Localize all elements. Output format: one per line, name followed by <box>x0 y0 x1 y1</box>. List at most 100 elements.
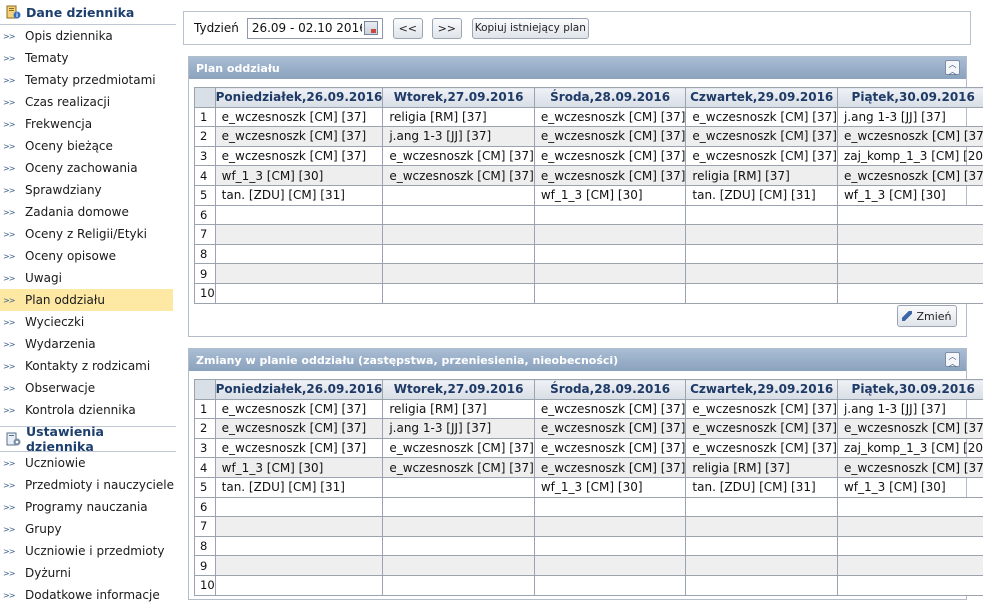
lesson-cell[interactable] <box>533 535 687 557</box>
lesson-cell[interactable]: e_wczesnoszk [CM] [37] <box>214 126 384 147</box>
lesson-cell[interactable] <box>382 555 535 576</box>
sidebar-item-tematy-przedmiotami[interactable]: >> Tematy przedmiotami <box>0 69 176 91</box>
lesson-cell[interactable] <box>533 282 687 304</box>
sidebar-item-oceny-bieżące[interactable]: >> Oceny bieżące <box>0 135 176 157</box>
lesson-cell[interactable] <box>382 496 535 518</box>
lesson-cell[interactable]: e_wczesnoszk [CM] [37] <box>382 457 535 478</box>
lesson-cell[interactable] <box>214 263 384 284</box>
lesson-cell[interactable]: j.ang 1-3 [JJ] [37] <box>382 418 535 439</box>
sidebar-item-oceny-zachowania[interactable]: >> Oceny zachowania <box>0 157 176 179</box>
lesson-cell[interactable]: zaj_komp_1_3 [CM] [20] <box>836 437 983 459</box>
lesson-cell[interactable] <box>533 204 687 226</box>
lesson-cell[interactable]: e_wczesnoszk [CM] [37] <box>533 145 687 167</box>
lesson-cell[interactable] <box>382 574 535 596</box>
collapse-icon[interactable]: ︿ ︿ <box>945 352 960 367</box>
lesson-cell[interactable]: e_wczesnoszk [CM] [37] <box>533 457 687 478</box>
lesson-cell[interactable] <box>214 243 384 265</box>
lesson-cell[interactable] <box>533 574 687 596</box>
lesson-cell[interactable] <box>533 243 687 265</box>
lesson-cell[interactable] <box>836 555 983 576</box>
lesson-cell[interactable] <box>382 516 535 537</box>
lesson-cell[interactable]: e_wczesnoszk [CM] [37] <box>836 165 983 186</box>
lesson-cell[interactable] <box>685 555 838 576</box>
lesson-cell[interactable]: religia [RM] [37] <box>382 398 535 420</box>
sidebar-item-programy-nauczania[interactable]: >> Programy nauczania <box>0 496 176 518</box>
lesson-cell[interactable]: j.ang 1-3 [JJ] [37] <box>836 106 983 128</box>
lesson-cell[interactable] <box>214 574 384 596</box>
lesson-cell[interactable]: e_wczesnoszk [CM] [37] <box>214 437 384 459</box>
lesson-cell[interactable]: e_wczesnoszk [CM] [37] <box>533 437 687 459</box>
lesson-cell[interactable]: wf_1_3 [CM] [30] <box>214 165 384 186</box>
sidebar-item-wydarzenia[interactable]: >> Wydarzenia <box>0 333 176 355</box>
sidebar-item-sprawdziany[interactable]: >> Sprawdziany <box>0 179 176 201</box>
lesson-cell[interactable] <box>533 496 687 518</box>
lesson-cell[interactable] <box>214 516 384 537</box>
sidebar-item-opis-dziennika[interactable]: >> Opis dziennika <box>0 25 176 47</box>
sidebar-item-frekwencja[interactable]: >> Frekwencja <box>0 113 176 135</box>
lesson-cell[interactable] <box>533 516 687 537</box>
collapse-icon[interactable]: ︿ ︿ <box>945 60 960 75</box>
lesson-cell[interactable]: tan. [ZDU] [CM] [31] <box>685 184 838 206</box>
lesson-cell[interactable] <box>382 282 535 304</box>
lesson-cell[interactable] <box>214 204 384 226</box>
sidebar-item-obserwacje[interactable]: >> Obserwacje <box>0 377 176 399</box>
lesson-cell[interactable] <box>382 476 535 498</box>
lesson-cell[interactable]: e_wczesnoszk [CM] [37] <box>685 398 838 420</box>
lesson-cell[interactable] <box>214 555 384 576</box>
lesson-cell[interactable] <box>382 243 535 265</box>
lesson-cell[interactable] <box>685 263 838 284</box>
lesson-cell[interactable]: e_wczesnoszk [CM] [37] <box>214 398 384 420</box>
lesson-cell[interactable] <box>685 204 838 226</box>
lesson-cell[interactable]: tan. [ZDU] [CM] [31] <box>214 184 384 206</box>
sidebar-item-czas-realizacji[interactable]: >> Czas realizacji <box>0 91 176 113</box>
lesson-cell[interactable]: e_wczesnoszk [CM] [37] <box>836 126 983 147</box>
lesson-cell[interactable] <box>214 282 384 304</box>
lesson-cell[interactable]: e_wczesnoszk [CM] [37] <box>836 457 983 478</box>
lesson-cell[interactable]: wf_1_3 [CM] [30] <box>533 184 687 206</box>
lesson-cell[interactable]: e_wczesnoszk [CM] [37] <box>533 398 687 420</box>
lesson-cell[interactable]: e_wczesnoszk [CM] [37] <box>533 418 687 439</box>
prev-week-button[interactable]: << <box>392 17 423 39</box>
sidebar-item-uwagi[interactable]: >> Uwagi <box>0 267 176 289</box>
sidebar-item-plan-oddziału[interactable]: >> Plan oddziału <box>0 289 173 311</box>
lesson-cell[interactable]: religia [RM] [37] <box>685 165 838 186</box>
lesson-cell[interactable] <box>382 535 535 557</box>
lesson-cell[interactable] <box>533 555 687 576</box>
lesson-cell[interactable]: wf_1_3 [CM] [30] <box>214 457 384 478</box>
lesson-cell[interactable] <box>214 496 384 518</box>
sidebar-item-dodatkowe-informacje[interactable]: >> Dodatkowe informacje <box>0 584 176 606</box>
sidebar-item-grupy[interactable]: >> Grupy <box>0 518 176 540</box>
sidebar-item-oceny-z-religii-etyki[interactable]: >> Oceny z Religii/Etyki <box>0 223 176 245</box>
sidebar-item-wycieczki[interactable]: >> Wycieczki <box>0 311 176 333</box>
lesson-cell[interactable] <box>836 224 983 245</box>
next-week-button[interactable]: >> <box>431 17 462 39</box>
lesson-cell[interactable]: j.ang 1-3 [JJ] [37] <box>836 398 983 420</box>
lesson-cell[interactable] <box>836 263 983 284</box>
lesson-cell[interactable]: tan. [ZDU] [CM] [31] <box>685 476 838 498</box>
sidebar-item-kontakty-z-rodzicami[interactable]: >> Kontakty z rodzicami <box>0 355 176 377</box>
lesson-cell[interactable]: e_wczesnoszk [CM] [37] <box>382 145 535 167</box>
lesson-cell[interactable]: e_wczesnoszk [CM] [37] <box>685 418 838 439</box>
sidebar-item-oceny-opisowe[interactable]: >> Oceny opisowe <box>0 245 176 267</box>
sidebar-item-tematy[interactable]: >> Tematy <box>0 47 176 69</box>
lesson-cell[interactable]: e_wczesnoszk [CM] [37] <box>382 165 535 186</box>
lesson-cell[interactable]: e_wczesnoszk [CM] [37] <box>533 106 687 128</box>
lesson-cell[interactable] <box>214 224 384 245</box>
lesson-cell[interactable]: religia [RM] [37] <box>382 106 535 128</box>
lesson-cell[interactable]: religia [RM] [37] <box>685 457 838 478</box>
lesson-cell[interactable]: e_wczesnoszk [CM] [37] <box>533 165 687 186</box>
lesson-cell[interactable] <box>836 535 983 557</box>
lesson-cell[interactable]: e_wczesnoszk [CM] [37] <box>836 418 983 439</box>
lesson-cell[interactable] <box>685 516 838 537</box>
lesson-cell[interactable] <box>685 574 838 596</box>
lesson-cell[interactable]: e_wczesnoszk [CM] [37] <box>685 126 838 147</box>
change-plan-button[interactable]: Zmień <box>897 305 957 327</box>
lesson-cell[interactable] <box>382 204 535 226</box>
lesson-cell[interactable]: tan. [ZDU] [CM] [31] <box>214 476 384 498</box>
sidebar-item-dyżurni[interactable]: >> Dyżurni <box>0 562 176 584</box>
lesson-cell[interactable] <box>685 224 838 245</box>
lesson-cell[interactable]: e_wczesnoszk [CM] [37] <box>533 126 687 147</box>
sidebar-item-przedmioty-i-nauczyciele[interactable]: >> Przedmioty i nauczyciele <box>0 474 176 496</box>
lesson-cell[interactable] <box>214 535 384 557</box>
lesson-cell[interactable] <box>685 243 838 265</box>
